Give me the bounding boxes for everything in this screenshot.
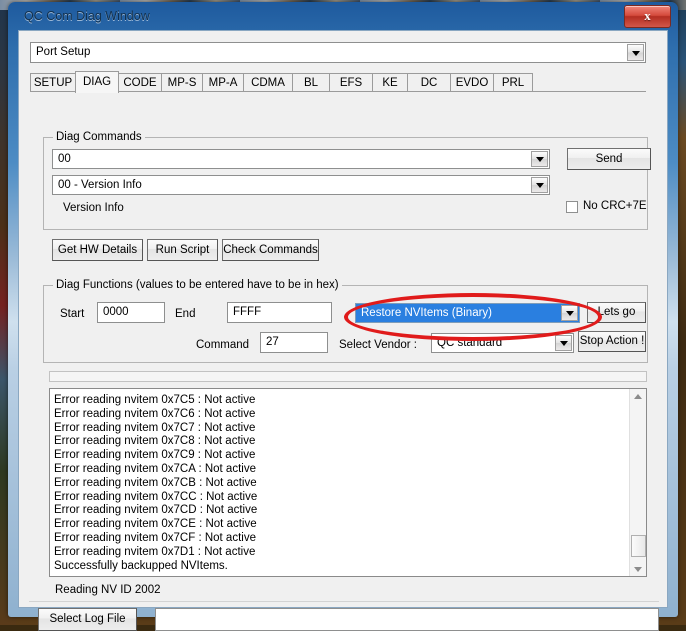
chevron-down-icon[interactable] xyxy=(531,177,548,193)
diag-action-value: Restore NVItems (Binary) xyxy=(361,307,492,319)
port-setup-combo[interactable]: Port Setup xyxy=(30,42,646,63)
select-log-file-label: Select Log File xyxy=(39,609,136,630)
diag-functions-legend: Diag Functions (values to be entered hav… xyxy=(53,279,342,291)
tab-label: MP-A xyxy=(209,77,238,89)
send-button-label: Send xyxy=(568,149,650,169)
scroll-up-icon[interactable] xyxy=(630,389,646,404)
select-vendor-combo[interactable]: QC standard xyxy=(431,333,574,353)
scrollbar-thumb[interactable] xyxy=(631,535,646,557)
tab-label: BL xyxy=(304,77,318,89)
diag-command-description-value: 00 - Version Info xyxy=(58,179,142,191)
tab-label: KE xyxy=(382,77,397,89)
log-output-box[interactable]: Error reading nvitem 0x7C5 : Not active … xyxy=(49,388,647,577)
tab-label: DIAG xyxy=(83,76,111,88)
tab-label: CDMA xyxy=(251,77,285,89)
select-log-file-button[interactable]: Select Log File xyxy=(38,608,137,631)
tab-mp-a[interactable]: MP-A xyxy=(202,73,244,92)
close-icon: x xyxy=(625,8,670,24)
diag-command-description-combo[interactable]: 00 - Version Info xyxy=(52,175,550,195)
title-bar: QC Com Diag Window x xyxy=(10,4,676,30)
port-setup-value: Port Setup xyxy=(36,46,90,58)
tab-strip: SETUP DIAG CODE MP-S MP-A CDMA BL EFS KE DC EVDO PR… xyxy=(30,71,646,92)
diag-command-value: 00 xyxy=(58,153,71,165)
diag-command-combo[interactable]: 00 xyxy=(52,149,550,169)
lets-go-label: Lets go xyxy=(588,303,645,322)
chevron-down-icon[interactable] xyxy=(555,335,572,351)
command-input[interactable]: 27 xyxy=(260,332,328,353)
lets-go-button[interactable]: Lets go xyxy=(587,302,646,323)
tab-code[interactable]: CODE xyxy=(118,73,162,92)
stop-action-button[interactable]: Stop Action ! xyxy=(578,331,646,352)
tab-ke[interactable]: KE xyxy=(372,73,408,92)
check-commands-label: Check Commands xyxy=(223,240,318,260)
log-file-path-input[interactable] xyxy=(155,608,659,631)
app-window: QC Com Diag Window x Port Setup SETUP DIA… xyxy=(8,2,678,617)
tab-label: CODE xyxy=(123,77,156,89)
diag-commands-legend: Diag Commands xyxy=(53,131,145,143)
tab-label: MP-S xyxy=(168,77,197,89)
window-title: QC Com Diag Window xyxy=(24,9,150,23)
get-hw-details-label: Get HW Details xyxy=(53,240,142,260)
tab-label: SETUP xyxy=(34,77,72,89)
chevron-down-icon[interactable] xyxy=(561,305,578,321)
get-hw-details-button[interactable]: Get HW Details xyxy=(52,239,143,261)
tab-efs[interactable]: EFS xyxy=(329,73,373,92)
tab-underline xyxy=(30,91,646,92)
status-text: Reading NV ID 2002 xyxy=(55,584,160,596)
command-value: 27 xyxy=(266,336,279,348)
tab-mp-s[interactable]: MP-S xyxy=(161,73,203,92)
log-output-text: Error reading nvitem 0x7C5 : Not active … xyxy=(54,394,624,573)
tab-setup[interactable]: SETUP xyxy=(30,73,76,92)
separator-field xyxy=(49,371,647,382)
stop-action-label: Stop Action ! xyxy=(579,332,645,351)
log-scrollbar[interactable] xyxy=(629,389,646,576)
tab-label: PRL xyxy=(502,77,524,89)
select-vendor-label: Select Vendor : xyxy=(339,339,417,351)
start-label: Start xyxy=(60,308,84,320)
command-label: Command xyxy=(196,339,249,351)
bottom-divider xyxy=(29,601,659,602)
tab-dc[interactable]: DC xyxy=(407,73,451,92)
select-vendor-value: QC standard xyxy=(437,337,502,349)
start-value: 0000 xyxy=(103,306,129,318)
no-crc-checkbox[interactable] xyxy=(566,201,578,213)
diag-action-combo[interactable]: Restore NVItems (Binary) xyxy=(355,303,580,323)
tab-label: EFS xyxy=(340,77,362,89)
tab-diag[interactable]: DIAG xyxy=(75,71,119,93)
tab-prl[interactable]: PRL xyxy=(493,73,533,92)
run-script-button[interactable]: Run Script xyxy=(147,239,218,261)
tab-cdma[interactable]: CDMA xyxy=(243,73,293,92)
tab-evdo[interactable]: EVDO xyxy=(450,73,494,92)
chevron-down-icon[interactable] xyxy=(531,151,548,167)
version-info-label: Version Info xyxy=(63,202,124,214)
end-label: End xyxy=(175,308,195,320)
run-script-label: Run Script xyxy=(148,240,217,260)
chevron-down-icon[interactable] xyxy=(627,44,644,61)
start-input[interactable]: 0000 xyxy=(97,302,165,323)
tab-bl[interactable]: BL xyxy=(292,73,330,92)
check-commands-button[interactable]: Check Commands xyxy=(222,239,319,261)
scroll-down-icon[interactable] xyxy=(630,561,646,576)
client-area: Port Setup SETUP DIAG CODE MP-S MP-A CDMA BL EF… xyxy=(18,30,668,608)
end-input[interactable]: FFFF xyxy=(227,302,332,323)
tab-label: DC xyxy=(421,77,438,89)
send-button[interactable]: Send xyxy=(567,148,651,170)
tab-label: EVDO xyxy=(456,77,489,89)
no-crc-label: No CRC+7E xyxy=(583,200,647,212)
close-button[interactable]: x xyxy=(624,5,671,28)
end-value: FFFF xyxy=(233,306,261,318)
